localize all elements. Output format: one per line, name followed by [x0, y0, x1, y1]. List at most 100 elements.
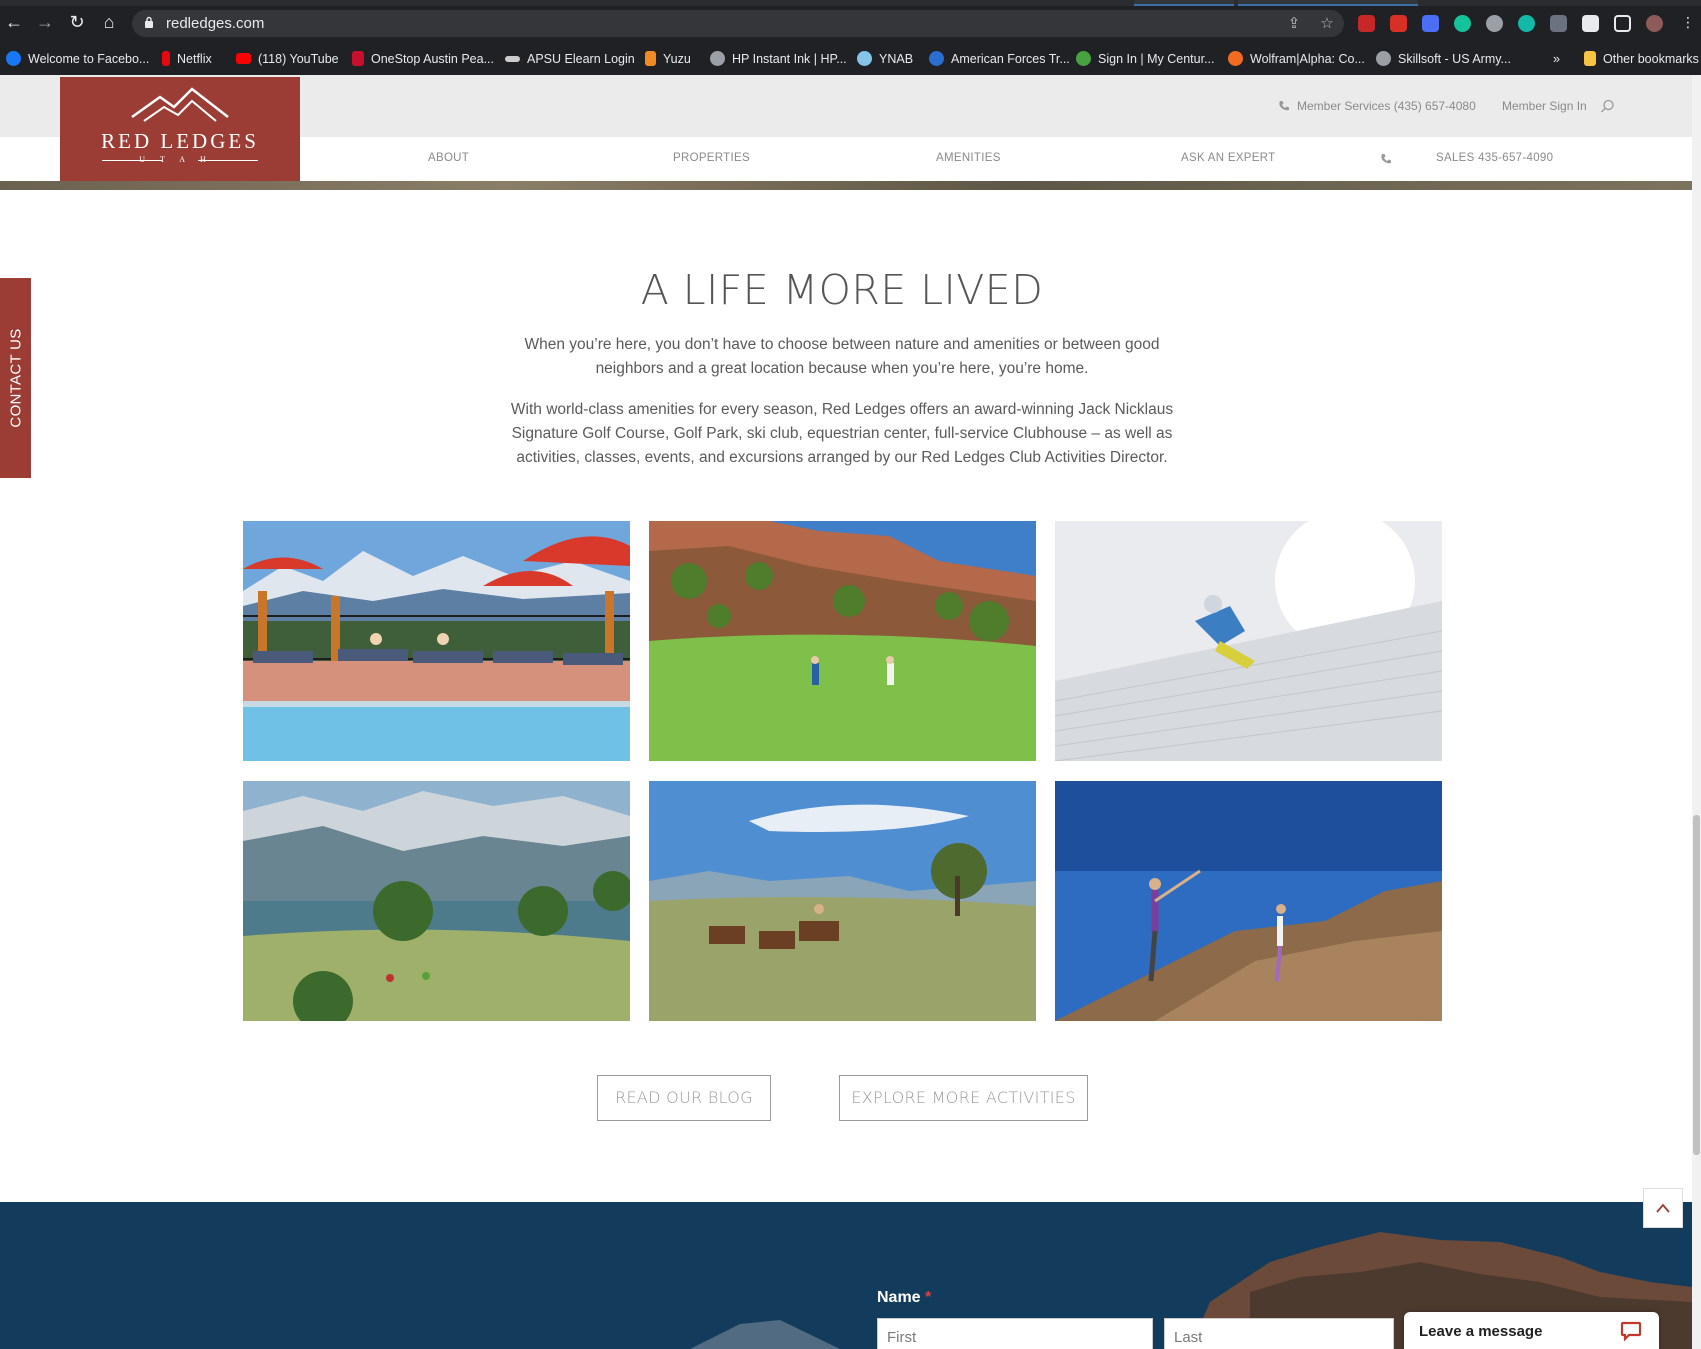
- bookmark-label: Other bookmarks: [1603, 52, 1699, 66]
- first-name-input[interactable]: First: [877, 1318, 1153, 1349]
- chat-bubble-icon: [1620, 1321, 1642, 1341]
- page-scrollbar[interactable]: [1692, 75, 1701, 1349]
- bookmark-ynab[interactable]: YNAB: [857, 50, 913, 68]
- menu-icon[interactable]: ⋮: [1678, 12, 1698, 32]
- back-icon[interactable]: ←: [4, 12, 24, 32]
- horseback-photo[interactable]: [649, 781, 1036, 1021]
- first-name-placeholder: First: [887, 1329, 917, 1346]
- yoga-photo[interactable]: [1055, 781, 1442, 1021]
- side-panel-icon[interactable]: [1614, 15, 1631, 32]
- bookmark-label: HP Instant Ink | HP...: [732, 52, 847, 66]
- hero-image-edge: [0, 181, 1692, 190]
- nav-ask-an-expert[interactable]: ASK AN EXPERT: [1181, 152, 1275, 164]
- wolfram-icon: [1228, 51, 1243, 66]
- ski-photo[interactable]: [1055, 521, 1442, 761]
- bookmark-label: Netflix: [177, 52, 212, 66]
- chat-label: Leave a message: [1419, 1323, 1543, 1340]
- golf-image: [649, 521, 1036, 761]
- live-chat-widget[interactable]: Leave a message: [1404, 1312, 1659, 1349]
- extension-icon[interactable]: [1518, 15, 1535, 32]
- globe-icon: [710, 51, 725, 66]
- bookmark-centurylink[interactable]: Sign In | My Centur...: [1076, 50, 1215, 68]
- more-bookmarks-icon[interactable]: »: [1553, 50, 1560, 68]
- bookmark-label: APSU Elearn Login: [527, 52, 635, 66]
- extension-icon[interactable]: [1486, 15, 1503, 32]
- d2l-icon: [505, 56, 520, 62]
- nav-about[interactable]: ABOUT: [428, 152, 469, 164]
- bookmark-label: OneStop Austin Pea...: [371, 52, 494, 66]
- scrollbar-thumb[interactable]: [1693, 815, 1700, 1155]
- phone-icon: [1381, 154, 1391, 164]
- mountain-logo-icon: [131, 87, 229, 122]
- bookmark-label: Wolfram|Alpha: Co...: [1250, 52, 1365, 66]
- last-name-placeholder: Last: [1174, 1329, 1203, 1346]
- required-asterisk: *: [925, 1289, 932, 1306]
- chevron-up-icon: [1656, 1203, 1670, 1213]
- bookmark-onestop[interactable]: OneStop Austin Pea...: [352, 50, 494, 68]
- bookmark-netflix[interactable]: Netflix: [162, 50, 212, 68]
- horseback-image: [649, 781, 1036, 1021]
- bookmark-wolfram-alpha[interactable]: Wolfram|Alpha: Co...: [1228, 50, 1365, 68]
- tab-strip: [0, 0, 1701, 6]
- bookmark-label: Welcome to Facebo...: [28, 52, 150, 66]
- bookmark-hp-instant-ink[interactable]: HP Instant Ink | HP...: [710, 50, 847, 68]
- reload-icon[interactable]: ↻: [67, 12, 87, 32]
- bookmark-label: (118) YouTube: [258, 52, 339, 66]
- golf-photo[interactable]: [649, 521, 1036, 761]
- logo-name: RED LEDGES: [101, 129, 259, 153]
- name-field-label: Name *: [877, 1289, 931, 1307]
- bookmark-label: Sign In | My Centur...: [1098, 52, 1215, 66]
- url-text: redledges.com: [166, 15, 265, 32]
- site-logo[interactable]: RED LEDGES UTAH: [60, 77, 300, 181]
- facebook-icon: [6, 51, 21, 66]
- bookmark-apsu-elearn[interactable]: APSU Elearn Login: [505, 50, 635, 68]
- forward-icon[interactable]: →: [35, 12, 55, 32]
- ski-image: [1055, 521, 1442, 761]
- share-icon[interactable]: ⇪: [1285, 15, 1303, 33]
- nav-amenities[interactable]: AMENITIES: [936, 152, 1001, 164]
- grammarly-extension-icon[interactable]: [1454, 15, 1471, 32]
- bookmark-label: Yuzu: [663, 52, 691, 66]
- bookmark-label: YNAB: [879, 52, 914, 66]
- profile-avatar-icon[interactable]: [1646, 15, 1663, 32]
- dropbox-extension-icon[interactable]: [1550, 15, 1567, 32]
- youtube-icon: [236, 53, 251, 64]
- address-bar[interactable]: redledges.com ⇪ ☆: [132, 10, 1344, 37]
- home-icon[interactable]: ⌂: [99, 12, 119, 32]
- bookmark-yuzu[interactable]: Yuzu: [645, 50, 691, 68]
- bookmark-youtube[interactable]: (118) YouTube: [236, 50, 339, 68]
- browser-tab[interactable]: [1238, 0, 1418, 6]
- chevron-double-right-icon: »: [1553, 52, 1560, 66]
- camera-extension-icon[interactable]: [1422, 15, 1439, 32]
- bookmark-other[interactable]: Other bookmarks: [1584, 50, 1699, 68]
- bookmarks-bar: Welcome to Facebo... Netflix (118) YouTu…: [0, 41, 1701, 75]
- search-icon[interactable]: [1600, 99, 1615, 114]
- folder-icon: [1584, 51, 1596, 66]
- netflix-icon: [162, 51, 170, 66]
- pool-image: [243, 521, 630, 761]
- puzzle-extensions-icon[interactable]: [1582, 15, 1599, 32]
- logo-subtitle: UTAH: [139, 155, 221, 164]
- nav-properties[interactable]: PROPERTIES: [673, 152, 750, 164]
- ynab-icon: [857, 51, 872, 66]
- biking-photo[interactable]: [243, 781, 630, 1021]
- gmail-extension-icon[interactable]: [1390, 15, 1407, 32]
- member-sign-in-link[interactable]: Member Sign In: [1502, 99, 1587, 113]
- active-tab[interactable]: [1134, 0, 1234, 6]
- explore-more-activities-button[interactable]: EXPLORE MORE ACTIVITIES: [839, 1075, 1088, 1121]
- last-name-input[interactable]: Last: [1164, 1318, 1394, 1349]
- adblock-extension-icon[interactable]: [1358, 15, 1375, 32]
- intro-paragraph: When you’re here, you don’t have to choo…: [524, 336, 1160, 377]
- member-services-link[interactable]: Member Services (435) 657-4080: [1297, 99, 1476, 113]
- bookmark-star-icon[interactable]: ☆: [1318, 15, 1336, 33]
- section-headline: A LIFE MORE LIVED: [640, 266, 1044, 314]
- pool-photo[interactable]: [243, 521, 630, 761]
- nav-sales-phone[interactable]: SALES 435-657-4090: [1436, 152, 1553, 164]
- apsu-icon: [352, 51, 364, 66]
- bookmark-facebook[interactable]: Welcome to Facebo...: [6, 50, 149, 68]
- bookmark-skillsoft[interactable]: Skillsoft - US Army...: [1376, 50, 1511, 68]
- read-our-blog-button[interactable]: READ OUR BLOG: [597, 1075, 771, 1121]
- bookmark-american-forces[interactable]: American Forces Tr...: [929, 50, 1070, 68]
- back-to-top-button[interactable]: [1643, 1188, 1683, 1228]
- logo-divider: [198, 160, 258, 161]
